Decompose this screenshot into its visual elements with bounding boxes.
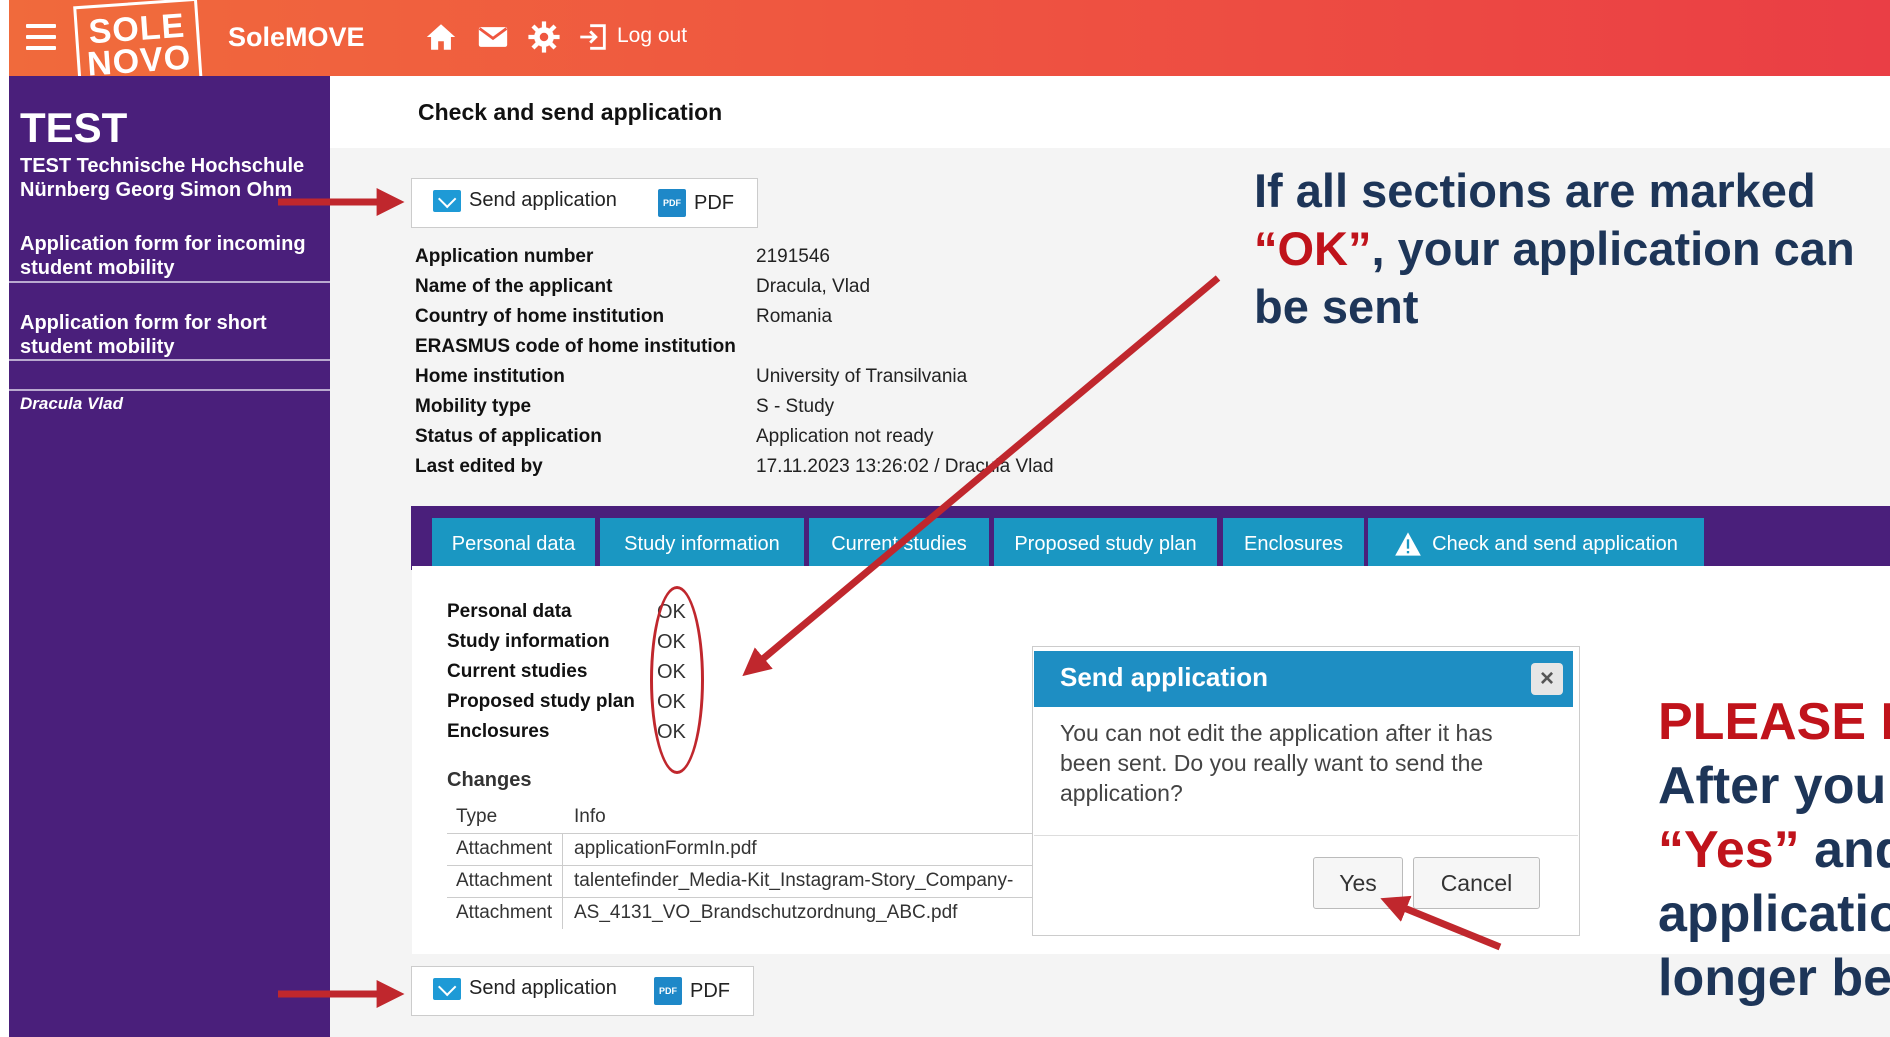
changes-header-info: Info <box>574 806 606 827</box>
logout-icon[interactable] <box>576 20 610 54</box>
left-edge <box>0 0 9 1037</box>
institution-line1: TEST Technische Hochschule <box>20 155 305 177</box>
sidebar-item-label: Application form for short <box>20 312 267 334</box>
info-value: Romania <box>756 306 833 327</box>
changes-title: Changes <box>447 769 532 791</box>
sidebar-divider <box>9 281 330 283</box>
info-label: Home institution <box>415 366 565 387</box>
tab-study-information[interactable]: Study information <box>600 518 804 570</box>
institution-line2: Nürnberg Georg Simon Ohm <box>20 179 293 201</box>
changes-cell-type: Attachment <box>456 838 553 859</box>
tab-check-and-send[interactable]: Check and send application <box>1368 518 1704 570</box>
info-label: Last edited by <box>415 456 543 477</box>
table-divider <box>447 833 1035 834</box>
annotation-text: After you <box>1658 757 1887 815</box>
sidebar-divider <box>9 389 330 391</box>
sidebar-institution: TEST Technische Hochschule Nürnberg Geor… <box>20 154 304 202</box>
pdf-button-bottom[interactable]: PDF PDF <box>654 977 730 1005</box>
section-label: Proposed study plan <box>447 691 635 712</box>
info-value: 2191546 <box>756 246 830 267</box>
gear-icon[interactable] <box>527 20 561 54</box>
logout-link[interactable]: Log out <box>617 24 687 48</box>
annotation-text: applicatio <box>1658 885 1890 943</box>
send-application-button-bottom[interactable]: Send application <box>433 977 617 1000</box>
pdf-label: PDF <box>694 191 734 214</box>
send-mail-icon <box>433 189 461 212</box>
pdf-button-top[interactable]: PDF PDF <box>658 189 734 217</box>
sidebar-item-label: Application form for incoming <box>20 233 306 255</box>
annotation-ok-note: If all sections are marked “OK”, your ap… <box>1254 162 1874 336</box>
send-application-label: Send application <box>469 977 617 999</box>
sidebar-item-incoming-mobility[interactable]: Application form for incoming student mo… <box>20 232 306 280</box>
info-label: Name of the applicant <box>415 276 613 297</box>
sidebar-item-label: student mobility <box>20 257 175 279</box>
annotation-text: and <box>1814 821 1890 879</box>
dialog-message: You can not edit the application after i… <box>1060 720 1493 806</box>
changes-cell-info: talentefinder_Media-Kit_Instagram-Story_… <box>574 870 1014 891</box>
sidebar-item-short-mobility[interactable]: Application form for short student mobil… <box>20 311 267 359</box>
pdf-icon: PDF <box>654 977 682 1005</box>
app-name: SoleMOVE <box>228 22 365 52</box>
sidebar-title: TEST <box>20 104 128 151</box>
annotation-highlight: “Yes” <box>1658 821 1800 879</box>
mail-icon[interactable] <box>476 20 510 54</box>
info-label: Application number <box>415 246 594 267</box>
tab-current-studies[interactable]: Current studies <box>809 518 989 570</box>
dialog-divider <box>1034 835 1578 836</box>
dialog-yes-button[interactable]: Yes <box>1313 857 1403 909</box>
section-label: Personal data <box>447 601 572 622</box>
changes-cell-type: Attachment <box>456 870 553 891</box>
dialog-close-icon[interactable]: × <box>1531 663 1563 695</box>
send-application-label: Send application <box>469 189 617 211</box>
info-label: Mobility type <box>415 396 532 417</box>
changes-cell-type: Attachment <box>456 902 553 923</box>
dialog-title: Send application <box>1060 662 1269 692</box>
tab-personal-data[interactable]: Personal data <box>432 518 595 570</box>
page-title: Check and send application <box>418 99 723 125</box>
changes-header-type: Type <box>456 806 498 827</box>
annotation-text: , your application can <box>1371 222 1855 275</box>
pdf-icon: PDF <box>658 189 686 217</box>
annotation-text: If all sections are marked <box>1254 164 1816 217</box>
send-mail-icon <box>433 977 461 1000</box>
tab-proposed-study-plan[interactable]: Proposed study plan <box>994 518 1217 570</box>
info-value: Application not ready <box>756 426 934 447</box>
annotation-text: longer be <box>1658 949 1890 1007</box>
sidebar-item-label: student mobility <box>20 336 175 358</box>
sidebar-user: Dracula Vlad <box>20 394 123 413</box>
pdf-label: PDF <box>690 979 730 1002</box>
section-label: Study information <box>447 631 610 652</box>
sidebar <box>9 76 330 1037</box>
send-application-button-top[interactable]: Send application <box>433 189 617 212</box>
changes-cell-info: applicationFormIn.pdf <box>574 838 757 859</box>
hamburger-menu-icon[interactable] <box>26 24 56 50</box>
table-divider <box>447 897 1035 898</box>
info-label: Country of home institution <box>415 306 665 327</box>
sidebar-divider <box>9 359 330 361</box>
table-divider <box>447 865 1035 866</box>
annotation-text: be sent <box>1254 280 1419 333</box>
tab-label: Check and send application <box>1432 532 1678 555</box>
logo-line2: NOVO <box>85 38 193 84</box>
info-value: S - Study <box>756 396 835 417</box>
tab-enclosures[interactable]: Enclosures <box>1223 518 1364 570</box>
dialog-cancel-button[interactable]: Cancel <box>1413 857 1540 909</box>
info-value: Dracula, Vlad <box>756 276 871 297</box>
section-label: Enclosures <box>447 721 550 742</box>
annotation-highlight: PLEASE N <box>1658 693 1890 751</box>
home-icon[interactable] <box>424 20 458 54</box>
ok-highlight-ellipse <box>650 586 704 774</box>
warning-icon <box>1395 532 1421 556</box>
annotation-please-note: PLEASE N After you “Yes” and applicatio … <box>1658 690 1890 1010</box>
section-label: Current studies <box>447 661 588 682</box>
info-label: Status of application <box>415 426 602 447</box>
info-value: 17.11.2023 13:26:02 / Dracula Vlad <box>756 456 1054 477</box>
annotation-highlight: “OK” <box>1254 222 1372 275</box>
changes-cell-info: AS_4131_VO_Brandschutzordnung_ABC.pdf <box>574 902 958 923</box>
table-column-divider <box>562 833 563 929</box>
info-value: University of Transilvania <box>756 366 968 387</box>
info-label: ERASMUS code of home institution <box>415 336 736 357</box>
